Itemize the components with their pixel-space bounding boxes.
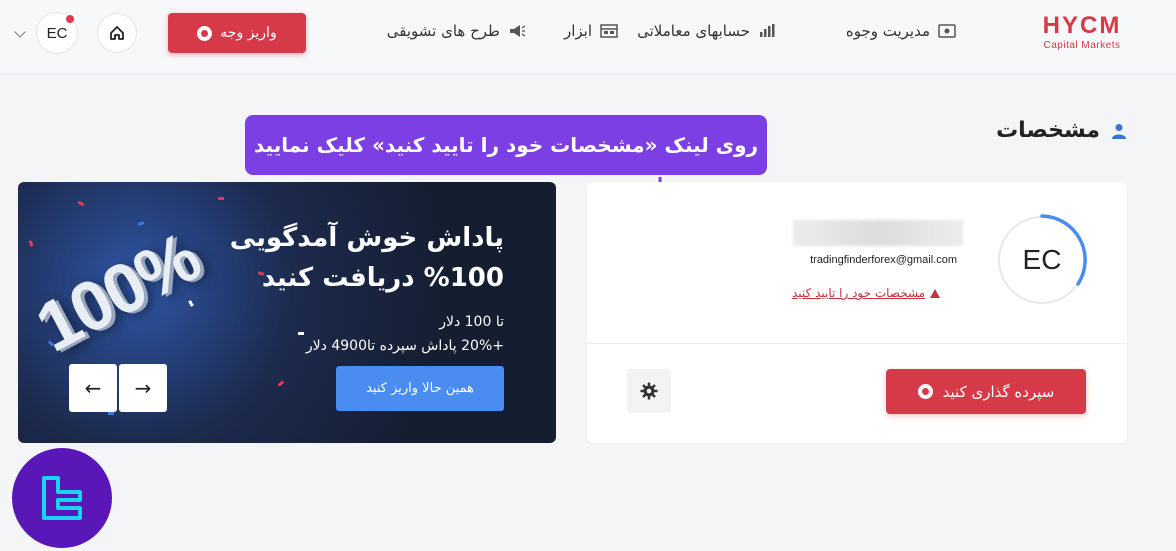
profile-card: EC tradingfinderforex@gmail.com مشخصات خ… [587,182,1127,443]
callout-text: روی لینک «مشخصات خود را تایید کنید» کلیک… [253,133,759,157]
banner-line-1: تا 100 دلار [439,314,504,330]
carousel-next-button[interactable]: → [119,364,167,412]
watermark-logo [12,448,112,548]
confetti [188,300,194,307]
logo-subtitle: Capital Markets [1043,40,1121,51]
nav-label: طرح های تشویقی [386,22,500,40]
settings-button[interactable] [627,369,671,413]
nav-tools[interactable]: ابزار [564,22,618,40]
coin-icon [917,384,933,399]
hycm-logo[interactable]: HYCM Capital Markets [1034,14,1130,54]
arrow-right-icon: → [134,376,152,400]
logo-mark: HYCM [1042,12,1122,39]
calendar-icon [600,24,618,38]
deposit-button[interactable]: سپرده گذاری کنید [886,369,1086,414]
confetti [28,240,34,247]
banner-cta-label: همین حالا واریز کنید [366,381,474,396]
nav-trading-accounts[interactable]: حسابهای معاملاتی [637,22,776,40]
megaphone-icon [510,25,526,37]
carousel-prev-button[interactable]: ← [69,364,117,412]
verify-profile-link[interactable]: مشخصات خود را تایید کنید [792,286,941,300]
gear-icon [640,382,658,400]
banner-line-2: +20% پاداش سپرده تا4900 دلار [305,338,504,354]
profile-email: tradingfinderforex@gmail.com [810,254,957,266]
confetti [77,200,85,207]
confetti [277,380,285,387]
top-header: HYCM Capital Markets مدیریت وجوه حسابهای… [0,0,1176,74]
section-title-text: مشخصات [996,118,1100,143]
warning-icon [930,288,941,298]
avatar-initials: EC [46,24,68,42]
nav-promotions[interactable]: طرح های تشویقی [387,22,526,40]
banner-deposit-now-button[interactable]: همین حالا واریز کنید [336,366,504,411]
nav-label: حسابهای معاملاتی [637,22,750,40]
nav-label: مدیریت وجوه [845,22,930,40]
profile-progress-ring [1040,214,1087,286]
chevron-down-icon[interactable] [14,26,26,38]
tf-logo-icon [42,476,82,520]
confetti [108,412,114,415]
user-avatar-button[interactable]: EC [36,12,78,54]
arrow-left-icon: ← [84,376,102,400]
coin-icon [197,25,213,41]
notification-dot [66,15,74,23]
verify-link-text: مشخصات خود را تایید کنید [792,286,926,300]
blurred-name [793,220,963,246]
promo-banner[interactable]: 100% پاداش خوش آمدگویی 100% دریافت کنید … [18,182,556,443]
header-deposit-button[interactable]: واریز وجه [168,13,306,53]
home-button[interactable] [97,13,137,53]
home-icon [110,26,124,40]
header-deposit-label: واریز وجه [220,25,277,41]
confetti [298,332,304,335]
nav-funds-management[interactable]: مدیریت وجوه [846,22,956,40]
deposit-button-label: سپرده گذاری کنید [942,382,1055,401]
instruction-callout: روی لینک «مشخصات خود را تایید کنید» کلیک… [245,115,767,175]
confetti [218,197,224,200]
wallet-icon [938,24,956,38]
bar-chart-icon [760,24,775,37]
nav-label: ابزار [563,22,592,40]
banner-title: پاداش خوش آمدگویی 100% دریافت کنید [229,223,504,293]
user-icon [1112,123,1126,139]
card-divider [587,343,1127,344]
section-title: مشخصات [996,118,1128,143]
